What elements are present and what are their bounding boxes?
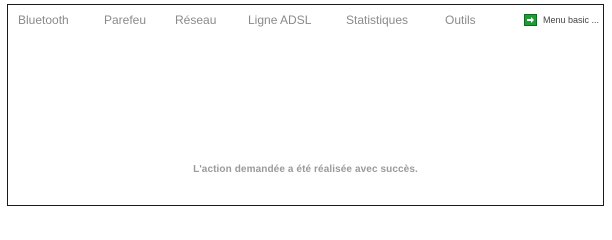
nav-item-parefeu[interactable]: Parefeu xyxy=(104,13,146,27)
top-navigation: Bluetooth Parefeu Réseau Ligne ADSL Stat… xyxy=(8,13,603,31)
menu-basic-link[interactable]: Menu basic ... xyxy=(524,14,599,26)
nav-item-reseau[interactable]: Réseau xyxy=(175,13,216,27)
nav-item-outils[interactable]: Outils xyxy=(445,13,476,27)
menu-basic-label[interactable]: Menu basic ... xyxy=(543,15,599,25)
success-message: L'action demandée a été réalisée avec su… xyxy=(193,164,418,175)
nav-item-ligne-adsl[interactable]: Ligne ADSL xyxy=(248,13,311,27)
nav-item-bluetooth[interactable]: Bluetooth xyxy=(18,13,69,27)
nav-item-statistiques[interactable]: Statistiques xyxy=(346,13,408,27)
arrow-right-icon[interactable] xyxy=(524,14,537,26)
content-frame: Bluetooth Parefeu Réseau Ligne ADSL Stat… xyxy=(7,4,604,206)
